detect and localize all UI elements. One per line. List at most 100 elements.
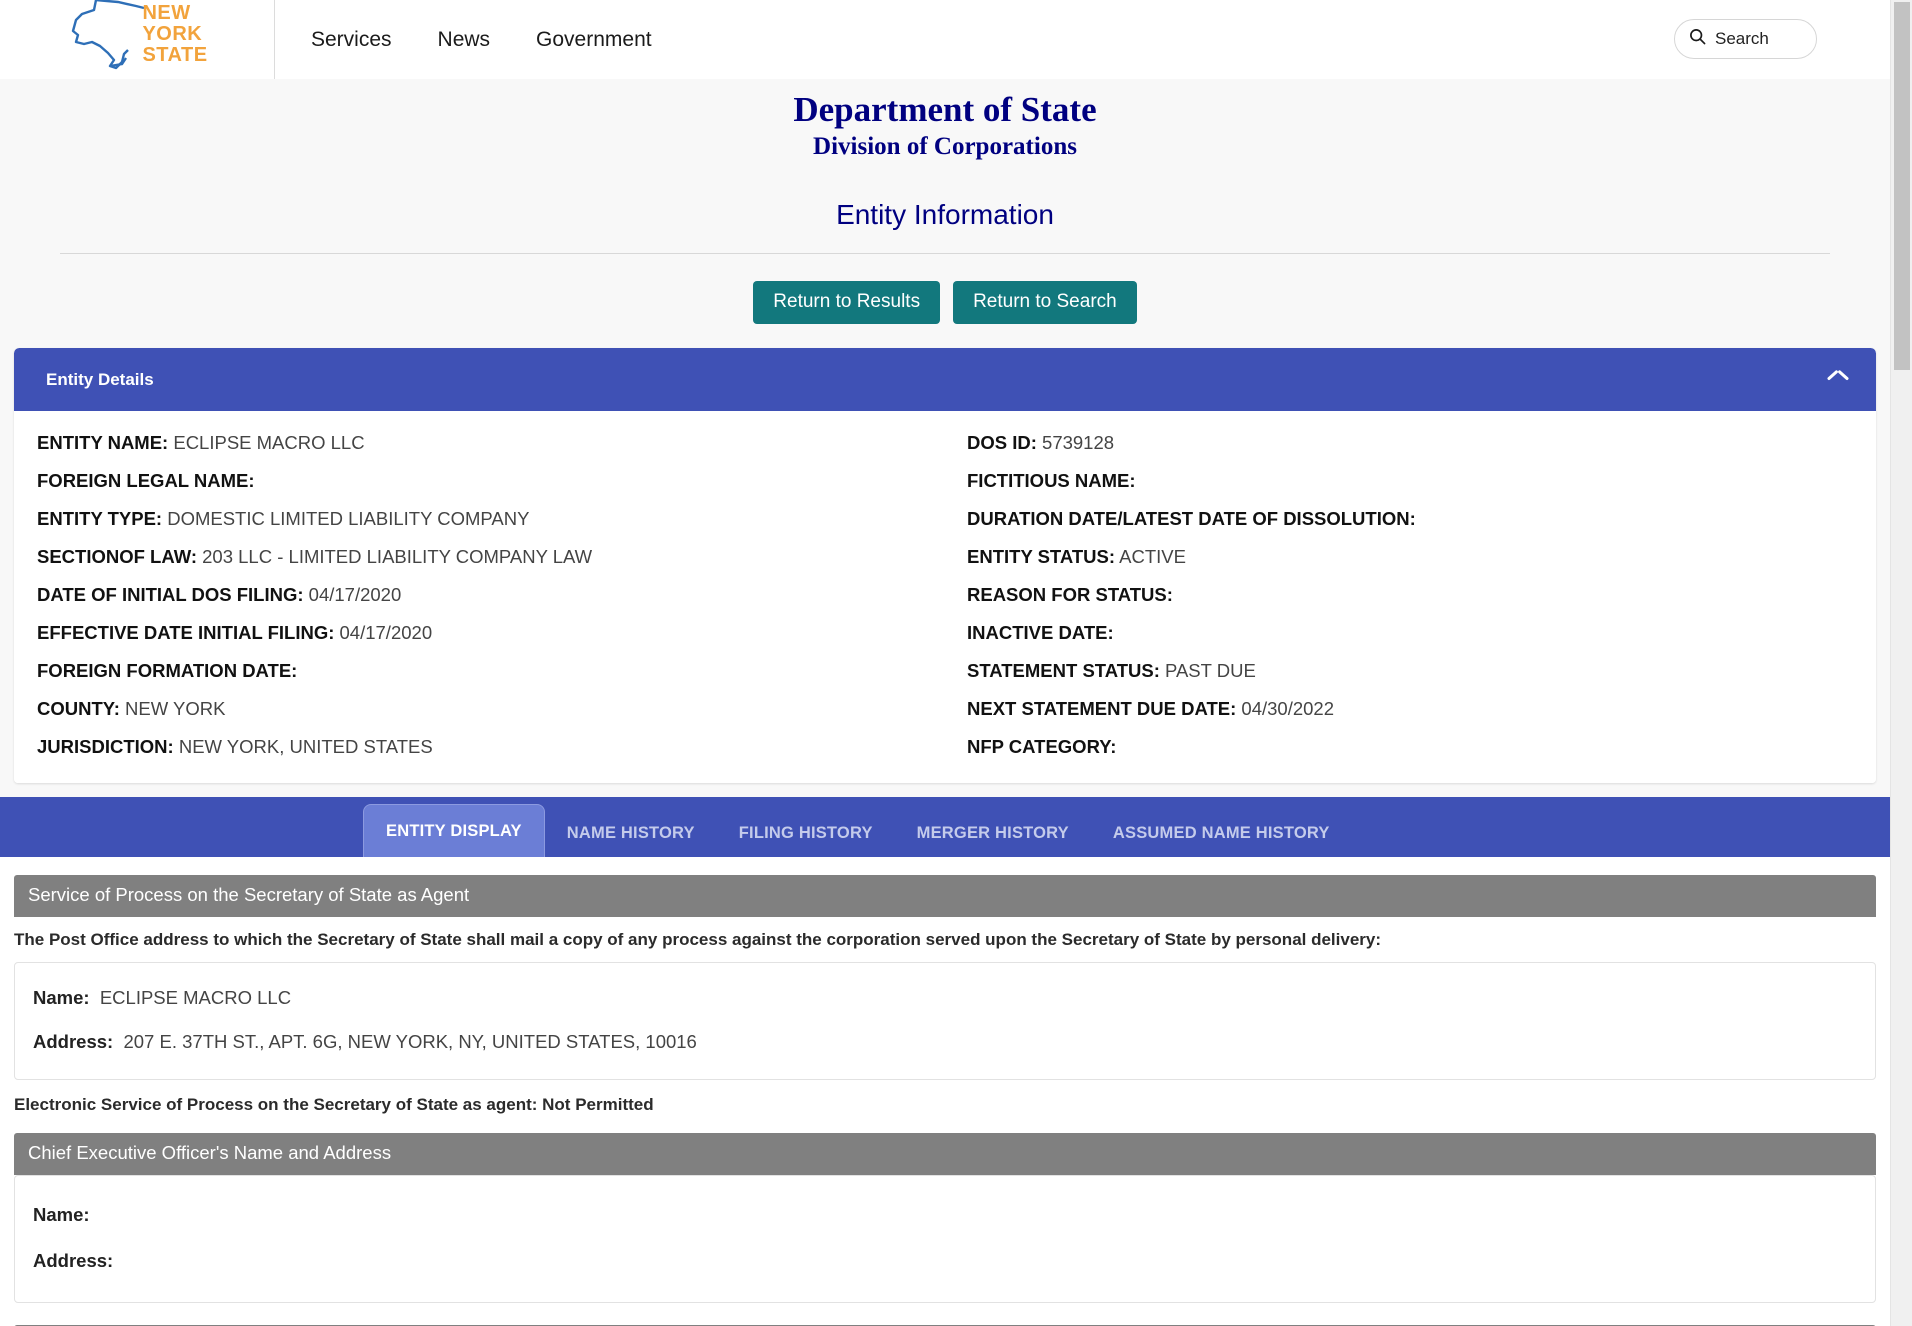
search-box[interactable]: Search — [1674, 19, 1817, 59]
detail-label: JURISDICTION: — [37, 735, 174, 757]
vertical-scrollbar[interactable] — [1890, 0, 1912, 1326]
tab-filing-history[interactable]: FILING HISTORY — [717, 810, 895, 857]
detail-value: ECLIPSE MACRO LLC — [173, 431, 365, 453]
header-divider — [60, 253, 1830, 254]
detail-value: NEW YORK, UNITED STATES — [178, 735, 433, 757]
detail-value: 5739128 — [1042, 431, 1115, 453]
tab-name-history[interactable]: NAME HISTORY — [545, 810, 717, 857]
detail-value: 203 LLC - LIMITED LIABILITY COMPANY LAW — [202, 545, 593, 567]
sop-name-label: Name: — [33, 987, 90, 1008]
detail-label: ENTITY NAME: — [37, 431, 169, 453]
logo-line-1: NEW — [142, 2, 191, 24]
detail-label: EFFECTIVE DATE INITIAL FILING: — [37, 621, 335, 643]
detail-value: 04/17/2020 — [308, 583, 402, 605]
detail-value: 04/17/2020 — [339, 621, 433, 643]
detail-row: FICTITIOUS NAME: — [967, 461, 1876, 499]
detail-label: ENTITY TYPE: — [37, 507, 163, 529]
sop-name-row: Name: ECLIPSE MACRO LLC — [15, 981, 1875, 1015]
detail-row: DURATION DATE/LATEST DATE OF DISSOLUTION… — [967, 499, 1876, 537]
detail-row: FOREIGN FORMATION DATE: — [37, 651, 945, 689]
ceo-box: Name: Address: — [14, 1175, 1876, 1303]
ceo-address-label: Address: — [33, 1250, 114, 1271]
page-content: NEW YORK STATE Services News Government — [0, 0, 1890, 1326]
nav-link-services[interactable]: Services — [311, 28, 392, 52]
division-subtitle: Division of Corporations — [813, 133, 1077, 160]
logo-line-2: YORK — [142, 23, 203, 45]
global-nav: NEW YORK STATE Services News Government — [0, 0, 1890, 79]
action-button-row: Return to Results Return to Search — [0, 281, 1890, 348]
return-to-search-button[interactable]: Return to Search — [953, 281, 1137, 324]
chevron-up-icon[interactable] — [1828, 374, 1848, 386]
detail-row: JURISDICTION: NEW YORK, UNITED STATES — [37, 727, 945, 765]
ceo-heading: Chief Executive Officer's Name and Addre… — [14, 1133, 1876, 1175]
sop-name-value: ECLIPSE MACRO LLC — [99, 987, 292, 1008]
ceo-address-row: Address: — [15, 1232, 1875, 1278]
detail-label: DATE OF INITIAL DOS FILING: — [37, 583, 304, 605]
detail-label: INACTIVE DATE: — [967, 621, 1114, 643]
detail-label: DOS ID: — [967, 431, 1037, 453]
scrollbar-thumb[interactable] — [1894, 2, 1910, 370]
detail-row: DATE OF INITIAL DOS FILING: 04/17/2020 — [37, 575, 945, 613]
entity-details-right-column: DOS ID: 5739128 FICTITIOUS NAME: DURATIO… — [945, 423, 1876, 765]
tab-assumed-name-history[interactable]: ASSUMED NAME HISTORY — [1091, 810, 1352, 857]
entity-details-panel: Entity Details ENTITY NAME: ECLIPSE MACR… — [14, 348, 1876, 783]
detail-label: FICTITIOUS NAME: — [967, 469, 1136, 491]
detail-value: NEW YORK — [125, 697, 226, 719]
entity-details-left-column: ENTITY NAME: ECLIPSE MACRO LLC FOREIGN L… — [14, 423, 945, 765]
tab-panel-entity-display: Service of Process on the Secretary of S… — [0, 857, 1890, 1326]
nav-link-government[interactable]: Government — [536, 28, 652, 52]
ny-state-logo[interactable]: NEW YORK STATE — [0, 0, 275, 79]
detail-label: ENTITY STATUS: — [967, 545, 1115, 567]
detail-row: ENTITY STATUS: ACTIVE — [967, 537, 1876, 575]
ceo-name-row: Name: — [15, 1198, 1875, 1232]
section-chief-executive-officer: Chief Executive Officer's Name and Addre… — [14, 1133, 1876, 1303]
ceo-name-label: Name: — [33, 1204, 90, 1225]
detail-label: NFP CATEGORY: — [967, 735, 1117, 757]
detail-value: ACTIVE — [1119, 545, 1186, 567]
detail-row: SECTIONOF LAW: 203 LLC - LIMITED LIABILI… — [37, 537, 945, 575]
detail-row: INACTIVE DATE: — [967, 613, 1876, 651]
return-to-results-button[interactable]: Return to Results — [753, 281, 941, 324]
entity-tabs: ENTITY DISPLAY NAME HISTORY FILING HISTO… — [0, 797, 1890, 857]
tab-entity-display[interactable]: ENTITY DISPLAY — [363, 804, 545, 857]
search-icon — [1689, 28, 1706, 50]
electronic-service-note: Electronic Service of Process on the Sec… — [14, 1095, 654, 1114]
detail-label: STATEMENT STATUS: — [967, 659, 1160, 681]
detail-row: REASON FOR STATUS: — [967, 575, 1876, 613]
service-of-process-heading: Service of Process on the Secretary of S… — [14, 875, 1876, 917]
dos-header: Department of State Division of Corporat… — [0, 79, 1890, 348]
ny-state-outline-icon — [66, 0, 152, 77]
detail-row: EFFECTIVE DATE INITIAL FILING: 04/17/202… — [37, 613, 945, 651]
detail-label: REASON FOR STATUS: — [967, 583, 1173, 605]
section-service-of-process: Service of Process on the Secretary of S… — [14, 875, 1876, 1133]
detail-row: NEXT STATEMENT DUE DATE: 04/30/2022 — [967, 689, 1876, 727]
detail-label: FOREIGN LEGAL NAME: — [37, 469, 255, 491]
sop-address-value: 207 E. 37TH ST., APT. 6G, NEW YORK, NY, … — [123, 1031, 697, 1052]
sop-address-label: Address: — [33, 1031, 114, 1052]
entity-details-title: Entity Details — [46, 369, 154, 389]
detail-label: DURATION DATE/LATEST DATE OF DISSOLUTION… — [967, 507, 1416, 529]
sop-address-row: Address: 207 E. 37TH ST., APT. 6G, NEW Y… — [15, 1015, 1875, 1059]
detail-row: STATEMENT STATUS: PAST DUE — [967, 651, 1876, 689]
page-title: Entity Information — [836, 199, 1054, 230]
detail-row: DOS ID: 5739128 — [967, 423, 1876, 461]
department-title: Department of State — [793, 90, 1097, 129]
detail-row: FOREIGN LEGAL NAME: — [37, 461, 945, 499]
detail-value: DOMESTIC LIMITED LIABILITY COMPANY — [167, 507, 530, 529]
detail-label: COUNTY: — [37, 697, 120, 719]
detail-label: NEXT STATEMENT DUE DATE: — [967, 697, 1237, 719]
detail-value: PAST DUE — [1165, 659, 1256, 681]
logo-line-3: STATE — [142, 44, 208, 66]
detail-label: FOREIGN FORMATION DATE: — [37, 659, 298, 681]
entity-details-body: ENTITY NAME: ECLIPSE MACRO LLC FOREIGN L… — [14, 411, 1876, 783]
service-of-process-box: Name: ECLIPSE MACRO LLC Address: 207 E. … — [14, 962, 1876, 1080]
nav-link-news[interactable]: News — [438, 28, 491, 52]
detail-label: SECTIONOF LAW: — [37, 545, 197, 567]
detail-row: ENTITY TYPE: DOMESTIC LIMITED LIABILITY … — [37, 499, 945, 537]
detail-value: 04/30/2022 — [1241, 697, 1335, 719]
global-nav-links: Services News Government — [311, 28, 652, 52]
tab-merger-history[interactable]: MERGER HISTORY — [895, 810, 1091, 857]
entity-details-header[interactable]: Entity Details — [14, 348, 1876, 411]
browser-viewport: NEW YORK STATE Services News Government — [0, 0, 1912, 1326]
